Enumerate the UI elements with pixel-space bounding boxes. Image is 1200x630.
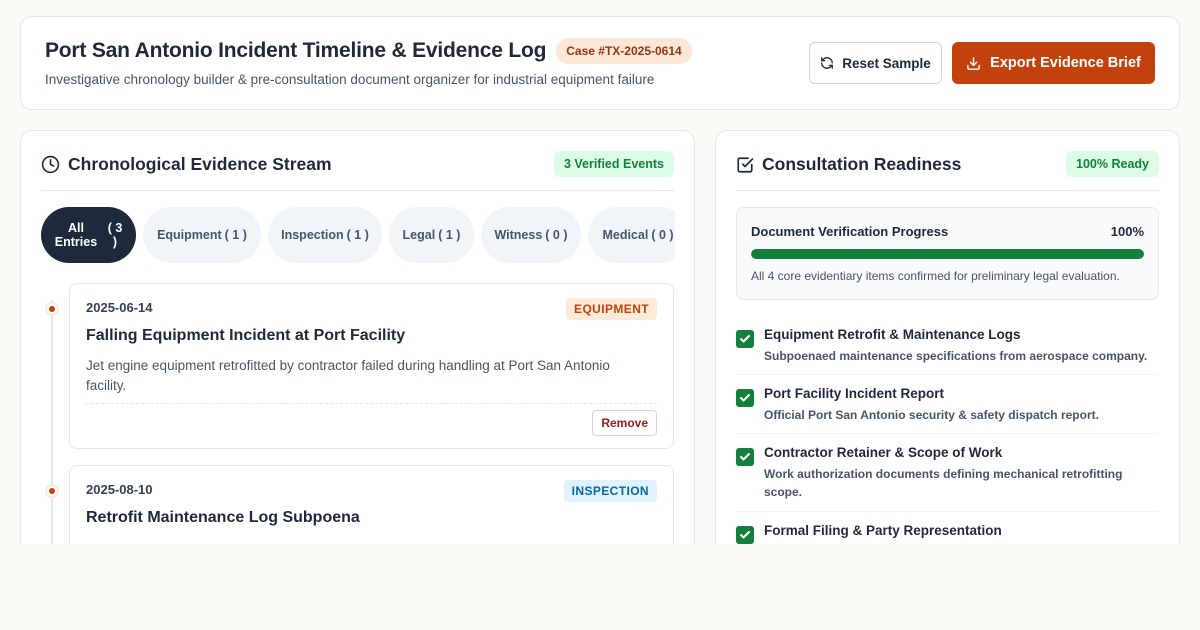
readiness-header: Consultation Readiness 100% Ready — [736, 151, 1159, 191]
checkmark-icon — [740, 394, 750, 402]
readiness-badge: 100% Ready — [1066, 151, 1159, 177]
filter-chip-label: All Entries — [54, 220, 98, 249]
filter-chip-count: ( 1 ) — [346, 227, 369, 242]
timeline-marker — [45, 302, 59, 316]
filter-chip-count: ( 3 ) — [107, 220, 123, 249]
export-evidence-brief-label: Export Evidence Brief — [990, 55, 1141, 71]
checklist-item[interactable]: Port Facility Incident Report Official P… — [736, 386, 1159, 434]
checked-checkbox[interactable] — [736, 526, 754, 544]
page-title: Port San Antonio Incident Timeline & Evi… — [45, 39, 547, 62]
event-date: 2025-08-10 — [86, 482, 153, 497]
checklist-item[interactable]: Contractor Retainer & Scope of Work Work… — [736, 445, 1159, 512]
filter-chip-label: Medical — [602, 227, 649, 242]
verified-events-badge: 3 Verified Events — [553, 151, 674, 177]
checklist-item-title: Equipment Retrofit & Maintenance Logs — [764, 327, 1021, 342]
case-number-badge: Case #TX-2025-0614 — [556, 38, 692, 64]
page-subtitle: Investigative chronology builder & pre-c… — [45, 72, 655, 87]
filter-chip-witness[interactable]: Witness ( 0 ) — [481, 207, 581, 263]
checklist-item-desc: Work authorization documents defining me… — [764, 467, 1123, 499]
export-evidence-brief-button[interactable]: Export Evidence Brief — [952, 42, 1155, 84]
checkmark-icon — [740, 335, 750, 343]
filter-chip-label: Witness — [494, 227, 543, 242]
checkmark-icon — [740, 453, 750, 461]
clock-icon — [41, 155, 60, 174]
checked-checkbox[interactable] — [736, 448, 754, 466]
checked-checkbox[interactable] — [736, 330, 754, 348]
filter-chip-count: ( 1 ) — [438, 227, 461, 242]
filter-chip-label: Legal — [402, 227, 436, 242]
page-header: Port San Antonio Incident Timeline & Evi… — [20, 16, 1180, 110]
evidence-event-card: 2025-06-14 EQUIPMENT Falling Equipment I… — [69, 283, 674, 449]
title-row: Port San Antonio Incident Timeline & Evi… — [45, 38, 692, 64]
filter-chip-equipment[interactable]: Equipment ( 1 ) — [143, 207, 261, 263]
filter-chip-all-entries[interactable]: All Entries ( 3 ) — [41, 207, 136, 263]
checklist-item-title: Port Facility Incident Report — [764, 386, 945, 401]
category-filter-bar: All Entries ( 3 ) Equipment ( 1 ) Inspec… — [41, 207, 675, 265]
timeline-line — [51, 300, 53, 560]
refresh-icon — [821, 57, 834, 69]
event-divider — [86, 403, 657, 404]
checked-checkbox[interactable] — [736, 389, 754, 407]
checklist-item-title: Formal Filing & Party Representation — [764, 523, 1002, 538]
filter-chip-legal[interactable]: Legal ( 1 ) — [389, 207, 474, 263]
progress-track — [751, 249, 1144, 259]
event-description: Jet engine equipment retrofitted by cont… — [86, 358, 610, 393]
progress-percent: 100% — [1110, 224, 1144, 239]
event-date: 2025-06-14 — [86, 300, 153, 315]
filter-chip-label: Inspection — [281, 227, 344, 242]
reset-sample-button[interactable]: Reset Sample — [809, 42, 942, 84]
readiness-title: Consultation Readiness — [762, 154, 962, 174]
checklist-item-title: Contractor Retainer & Scope of Work — [764, 445, 1003, 460]
evidence-stream-title-row: Chronological Evidence Stream — [41, 154, 332, 175]
checkmark-icon — [740, 531, 750, 539]
progress-fill — [751, 249, 1144, 259]
readiness-title-row: Consultation Readiness — [736, 154, 961, 175]
page-background — [0, 544, 1200, 630]
checkbox-checked-icon — [737, 156, 754, 173]
filter-chip-count: ( 0 ) — [545, 227, 568, 242]
consultation-readiness-panel: Consultation Readiness 100% Ready Docume… — [715, 130, 1180, 560]
reset-sample-label: Reset Sample — [842, 55, 931, 71]
download-icon — [967, 56, 980, 70]
verification-progress-box: Document Verification Progress 100% All … — [736, 207, 1159, 300]
filter-chip-inspection[interactable]: Inspection ( 1 ) — [268, 207, 382, 263]
checklist-item-desc: Official Port San Antonio security & saf… — [764, 408, 1099, 422]
filter-chip-label: Equipment — [157, 227, 222, 242]
event-title: Falling Equipment Incident at Port Facil… — [86, 327, 406, 344]
progress-note: All 4 core evidentiary items confirmed f… — [751, 269, 1120, 283]
event-title: Retrofit Maintenance Log Subpoena — [86, 509, 360, 526]
progress-label: Document Verification Progress — [751, 224, 949, 239]
checklist-item-desc: Subpoenaed maintenance specifications fr… — [764, 349, 1148, 363]
checklist-item[interactable]: Equipment Retrofit & Maintenance Logs Su… — [736, 327, 1159, 375]
filter-chip-medical[interactable]: Medical ( 0 ) — [588, 207, 675, 263]
filter-chip-count: ( 1 ) — [224, 227, 247, 242]
filter-chip-count: ( 0 ) — [651, 227, 674, 242]
event-category-tag: EQUIPMENT — [566, 298, 657, 320]
remove-event-button[interactable]: Remove — [592, 410, 657, 436]
event-category-tag: INSPECTION — [563, 480, 657, 502]
evidence-stream-header: Chronological Evidence Stream 3 Verified… — [41, 151, 674, 191]
evidence-stream-title: Chronological Evidence Stream — [68, 154, 332, 174]
timeline-marker — [45, 484, 59, 498]
